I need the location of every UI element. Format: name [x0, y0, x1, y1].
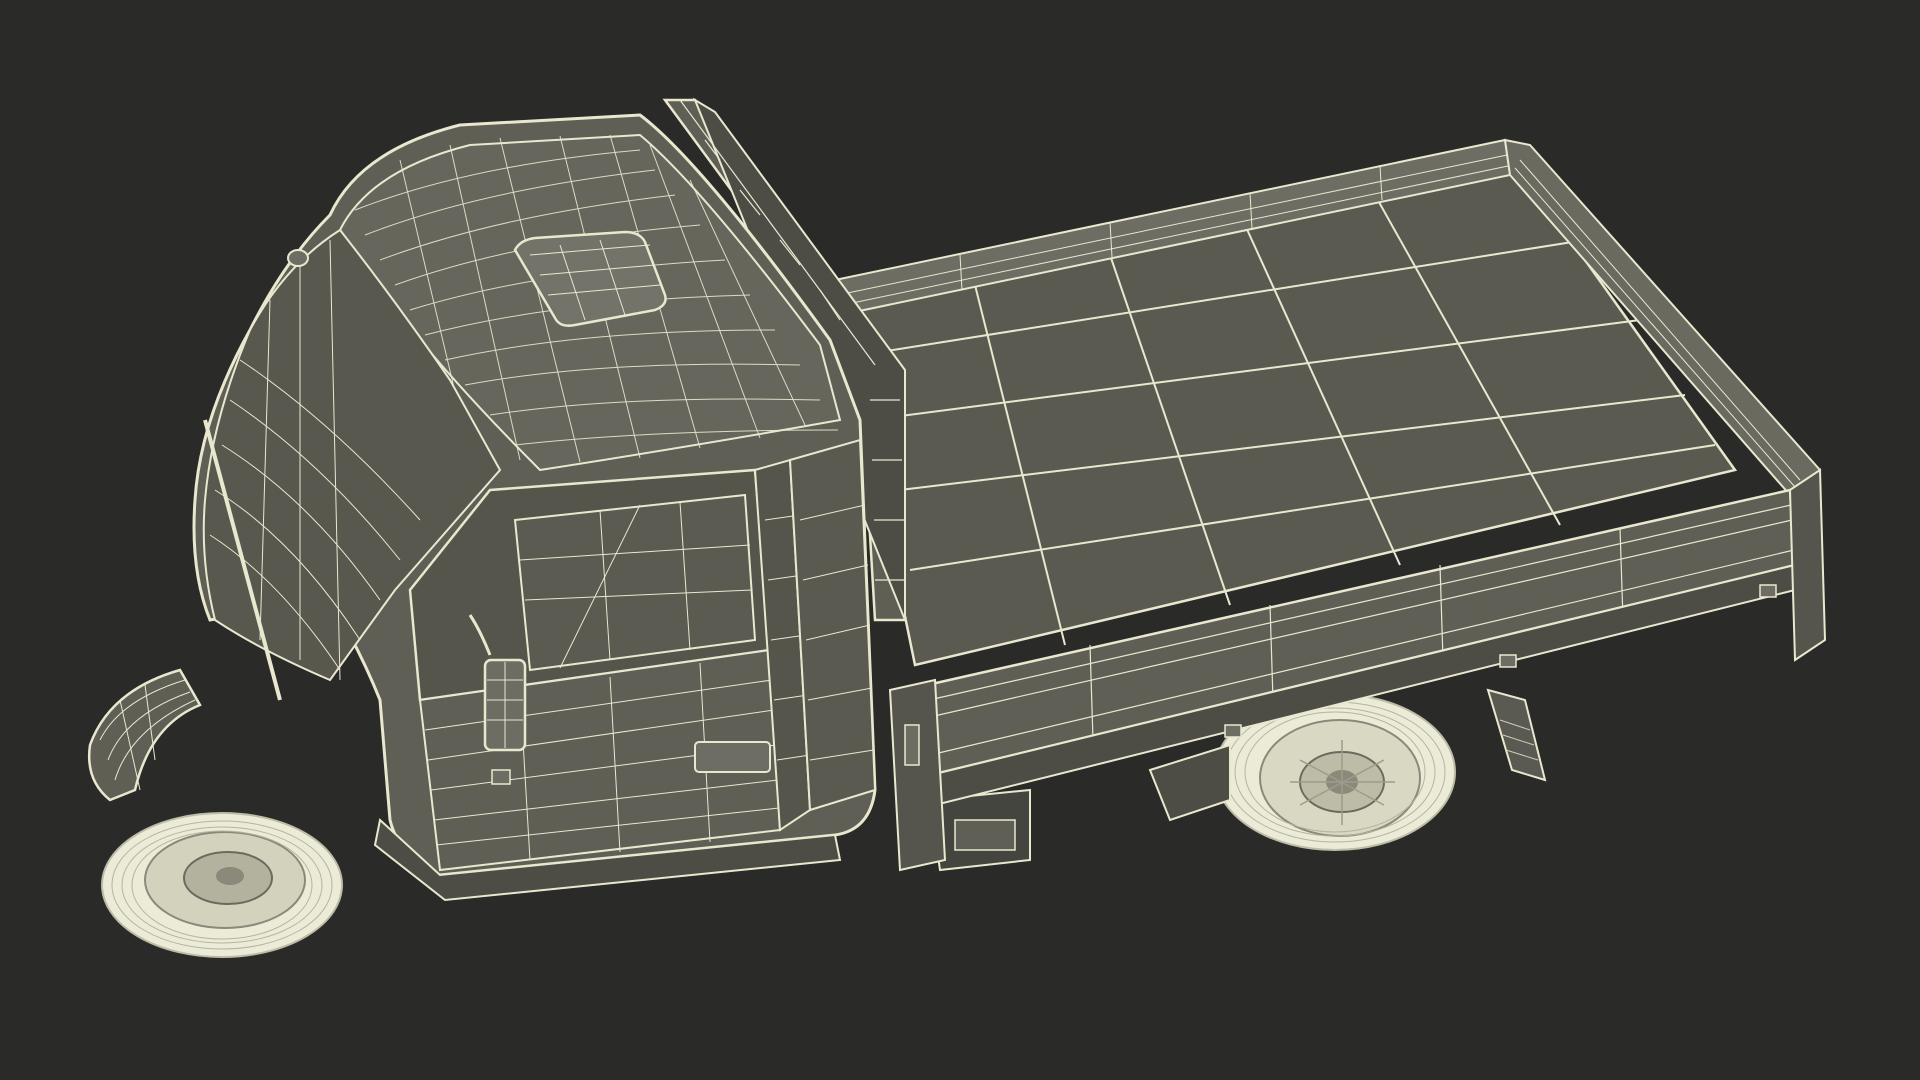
top-mount — [287, 249, 309, 267]
wireframe-render — [0, 0, 1920, 1080]
front-wheel — [101, 812, 343, 958]
door-handle — [694, 741, 771, 773]
